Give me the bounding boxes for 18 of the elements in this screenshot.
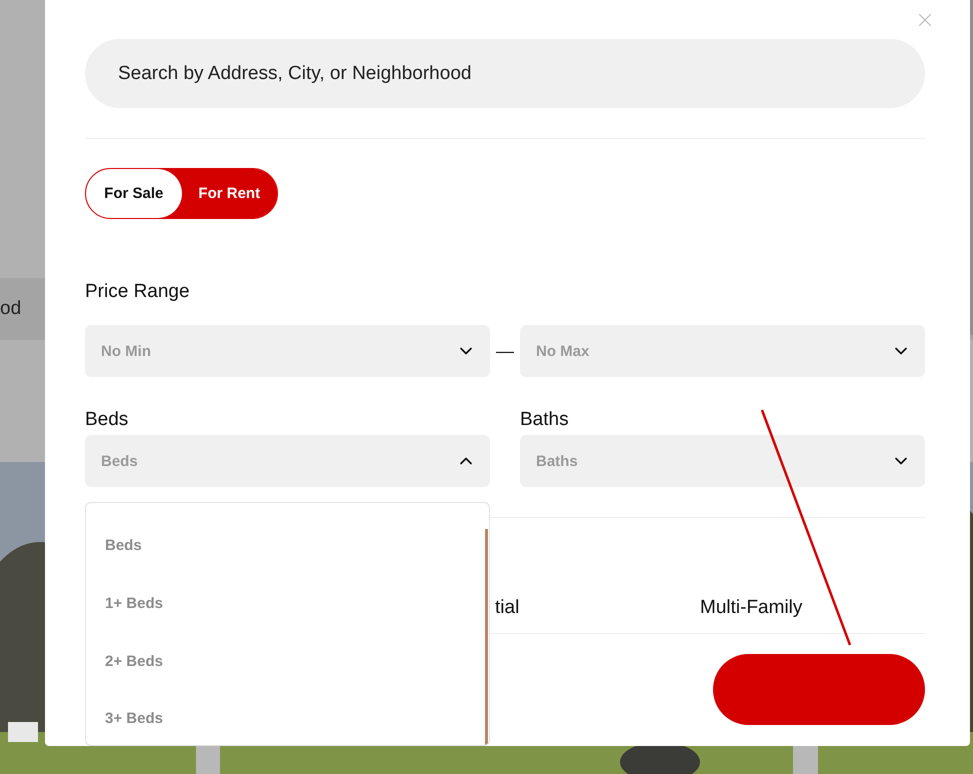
beds-option[interactable]: Beds <box>86 517 481 575</box>
beds-label: Beds <box>85 409 130 431</box>
property-type-label[interactable]: tial <box>495 597 700 619</box>
beds-option[interactable]: 1+ Beds <box>86 574 481 632</box>
listing-type-tab[interactable]: For Sale <box>86 169 182 218</box>
baths-select[interactable]: Baths <box>520 435 925 487</box>
dropdown-scrollbar[interactable] <box>485 529 488 745</box>
property-type-label[interactable]: Multi-Family <box>700 597 900 619</box>
banner-text: od <box>0 298 22 320</box>
search-field[interactable]: Search by Address, City, or Neighborhood <box>85 39 925 108</box>
beds-option[interactable]: 3+ Beds <box>86 690 481 745</box>
range-dash: — <box>495 340 515 362</box>
beds-option[interactable]: 2+ Beds <box>86 632 481 690</box>
price-range-label: Price Range <box>85 281 191 303</box>
baths-label: Baths <box>520 409 570 431</box>
beds-select[interactable]: Beds <box>85 435 490 487</box>
min-price-select[interactable]: No Min <box>85 325 490 377</box>
max-price-select[interactable]: No Max <box>520 325 925 377</box>
